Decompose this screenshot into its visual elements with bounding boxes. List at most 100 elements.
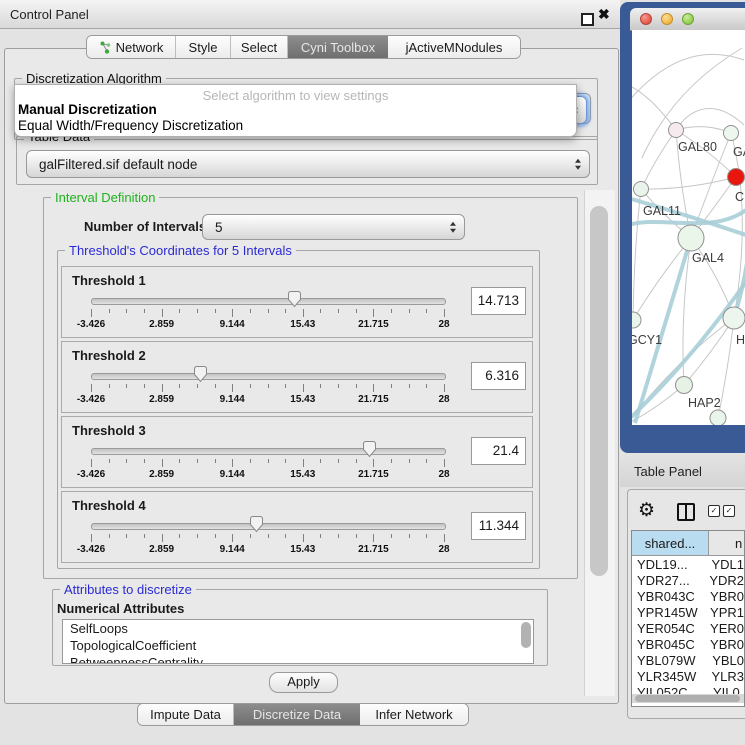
tab-impute-data[interactable]: Impute Data: [138, 704, 234, 725]
slider-tick: [373, 534, 374, 542]
cell-name[interactable]: YPR1: [706, 605, 744, 620]
table-hscrollbar-thumb[interactable]: [635, 695, 740, 702]
threshold-4-value-field[interactable]: 11.344: [471, 512, 526, 540]
dropdown-option-manual-discretization[interactable]: Manual Discretization: [18, 102, 157, 117]
threshold-1-slider-thumb[interactable]: [287, 290, 302, 308]
cell-shared-name[interactable]: YER054C: [632, 621, 706, 636]
network-canvas[interactable]: GAL80GACGAL11GAL4GCY1HHAP2: [632, 30, 745, 425]
slider-tick: [426, 459, 427, 463]
tab-select[interactable]: Select: [231, 36, 288, 58]
slider-tick: [179, 459, 180, 463]
table-row[interactable]: YBR043CYBR0: [632, 588, 744, 604]
network-node-hap2[interactable]: [676, 377, 693, 394]
slider-tick: [320, 534, 321, 538]
tab-network[interactable]: Network: [87, 36, 176, 58]
threshold-2-slider-track[interactable]: [91, 373, 446, 380]
table-row[interactable]: YBL079WYBL0: [632, 653, 744, 669]
table-row[interactable]: YLR345WYLR3: [632, 669, 744, 685]
slider-tick: [162, 384, 163, 392]
list-item[interactable]: TopologicalCoefficient: [63, 637, 533, 654]
dropdown-prompt: Select algorithm to view settings: [15, 88, 576, 103]
network-graph: GAL80GACGAL11GAL4GCY1HHAP2: [632, 30, 745, 425]
threshold-2-value-field[interactable]: 6.316: [471, 362, 526, 390]
network-node-gal4[interactable]: [678, 225, 704, 251]
cell-shared-name[interactable]: YPR145W: [632, 605, 706, 620]
network-node-label: GCY1: [632, 333, 662, 347]
columns-icon[interactable]: [677, 503, 695, 521]
cell-name[interactable]: YER0: [706, 621, 744, 636]
column-header-name[interactable]: n: [709, 531, 744, 555]
cell-name[interactable]: YDL1: [707, 557, 744, 572]
tab-cyni-toolbox[interactable]: Cyni Toolbox: [288, 36, 388, 58]
close-icon[interactable]: ✖: [598, 6, 610, 23]
slider-tick: [338, 534, 339, 538]
table-row[interactable]: YER054CYER0: [632, 620, 744, 636]
threshold-4-slider-track[interactable]: [91, 523, 446, 530]
dropdown-option-equal-width-frequency[interactable]: Equal Width/Frequency Discretization: [18, 118, 243, 133]
list-scrollbar-thumb[interactable]: [521, 622, 531, 648]
column-header-shared-name[interactable]: shared...: [632, 531, 709, 555]
cell-name[interactable]: YDR2: [705, 573, 744, 588]
network-node-c[interactable]: [728, 169, 745, 186]
threshold-3-value-field[interactable]: 21.4: [471, 437, 526, 465]
threshold-4-label: Threshold 4: [72, 498, 146, 513]
cell-shared-name[interactable]: YBL079W: [632, 653, 708, 668]
slider-tick-label: 28: [424, 544, 464, 555]
table-row[interactable]: YPR145WYPR1: [632, 604, 744, 620]
network-node-gal11[interactable]: [634, 182, 649, 197]
apply-button[interactable]: Apply: [269, 672, 338, 693]
threshold-1-value-field[interactable]: 14.713: [471, 287, 526, 315]
cell-shared-name[interactable]: YDL19...: [632, 557, 707, 572]
network-node-gal80[interactable]: [669, 123, 684, 138]
panel-scrollbar-thumb[interactable]: [590, 206, 608, 576]
table-row[interactable]: YDL19...YDL1: [632, 556, 744, 572]
tab-discretize-data[interactable]: Discretize Data: [234, 704, 360, 725]
slider-tick: [444, 384, 445, 392]
slider-tick: [126, 384, 127, 388]
numerical-attributes-list[interactable]: SelfLoops TopologicalCoefficient Between…: [62, 619, 534, 664]
table-data-combobox[interactable]: galFiltered.sif default node: [26, 150, 590, 178]
table-row[interactable]: YBR045CYBR0: [632, 636, 744, 652]
threshold-3-slider-thumb[interactable]: [362, 440, 377, 458]
tab-infer-network[interactable]: Infer Network: [360, 704, 468, 725]
tab-jactivemnodules[interactable]: jActiveMNodules: [388, 36, 520, 58]
threshold-3-box: Threshold 3 -3.4262.8599.14415.4321.7152…: [61, 416, 533, 488]
slider-tick: [215, 534, 216, 538]
network-node-gcy1[interactable]: [632, 312, 641, 328]
tab-network-label: Network: [116, 40, 164, 55]
list-item[interactable]: BetweennessCentrality: [63, 654, 533, 664]
cell-name[interactable]: YLR3: [707, 669, 744, 684]
select-all-checkbox-icon[interactable]: ✓: [708, 505, 720, 517]
threshold-2-slider-thumb[interactable]: [193, 365, 208, 383]
network-node-ga[interactable]: [724, 126, 739, 141]
slider-tick: [409, 459, 410, 463]
slider-tick: [91, 459, 92, 467]
threshold-1-slider-track[interactable]: [91, 298, 446, 305]
unselect-all-checkbox-icon[interactable]: ✓: [723, 505, 735, 517]
cell-shared-name[interactable]: YBR045C: [632, 637, 706, 652]
zoom-traffic-light-icon[interactable]: [682, 13, 694, 25]
slider-tick: [391, 384, 392, 388]
cell-name[interactable]: YBR0: [706, 637, 744, 652]
threshold-3-slider-track[interactable]: [91, 448, 446, 455]
tab-style[interactable]: Style: [176, 36, 231, 58]
table-row[interactable]: YDR27...YDR2: [632, 572, 744, 588]
slider-tick: [179, 384, 180, 388]
cell-shared-name[interactable]: YLR345W: [632, 669, 707, 684]
list-item[interactable]: SelfLoops: [63, 620, 533, 637]
number-of-intervals-combobox[interactable]: 5: [202, 214, 465, 240]
threshold-4-slider-thumb[interactable]: [249, 515, 264, 533]
cell-shared-name[interactable]: YDR27...: [632, 573, 705, 588]
cell-name[interactable]: YBR0: [706, 589, 744, 604]
gear-icon[interactable]: ⚙: [638, 499, 655, 522]
close-traffic-light-icon[interactable]: [640, 13, 652, 25]
table-panel-title: Table Panel: [634, 464, 702, 479]
float-window-button[interactable]: [581, 13, 594, 26]
network-node-h[interactable]: [723, 307, 745, 329]
slider-tick-label: 21.715: [353, 469, 393, 480]
minimize-traffic-light-icon[interactable]: [661, 13, 673, 25]
network-node-unlabeled[interactable]: [710, 410, 726, 425]
slider-tick: [338, 384, 339, 388]
cell-shared-name[interactable]: YBR043C: [632, 589, 706, 604]
cell-name[interactable]: YBL0: [708, 653, 744, 668]
